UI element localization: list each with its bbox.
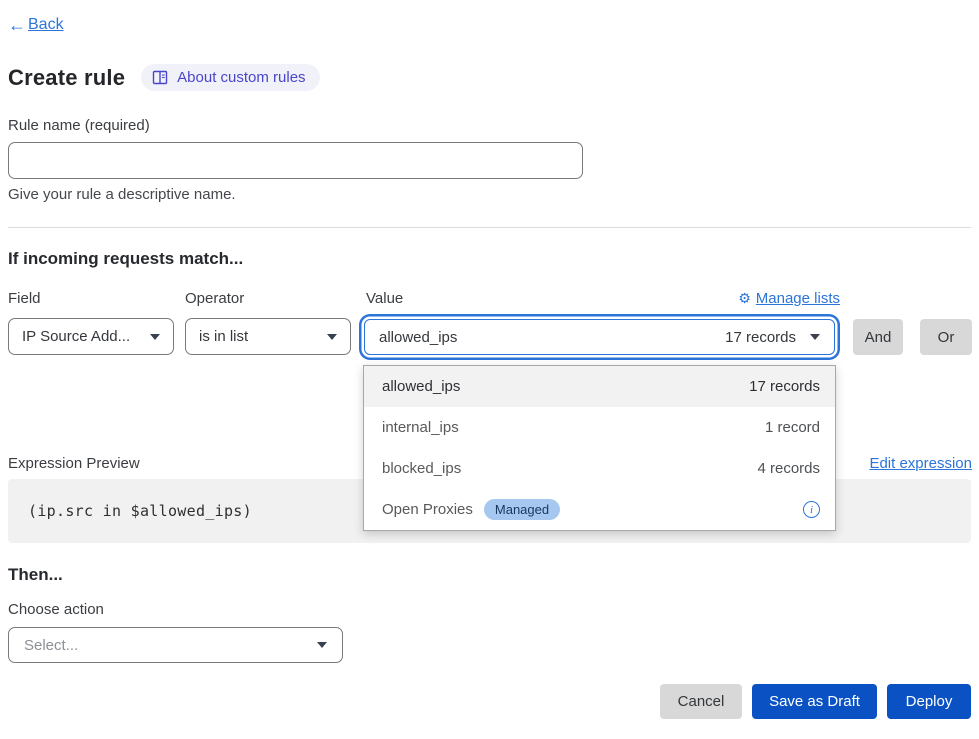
save-as-draft-button[interactable]: Save as Draft	[752, 684, 877, 719]
section-divider	[8, 227, 971, 228]
operator-select[interactable]: is in list	[185, 318, 351, 355]
chevron-down-icon	[317, 642, 327, 648]
expression-preview-label: Expression Preview	[8, 455, 140, 472]
about-custom-rules-link[interactable]: About custom rules	[141, 64, 319, 91]
back-link-label[interactable]: Back	[28, 16, 64, 34]
or-button[interactable]: Or	[920, 319, 972, 355]
list-dropdown-menu: allowed_ips 17 records internal_ips 1 re…	[363, 365, 836, 531]
operator-select-value: is in list	[199, 328, 248, 345]
back-arrow-icon: ←	[8, 16, 26, 34]
list-option-records: 1 record	[765, 419, 820, 436]
then-section-heading: Then...	[8, 565, 63, 585]
operator-column-label: Operator	[185, 290, 244, 307]
field-select-value: IP Source Add...	[22, 328, 130, 345]
cancel-button[interactable]: Cancel	[660, 684, 742, 719]
list-option-name: Open Proxies	[382, 501, 473, 518]
info-icon[interactable]: i	[803, 501, 820, 518]
value-select[interactable]: allowed_ips 17 records	[364, 319, 835, 355]
match-section-heading: If incoming requests match...	[8, 249, 243, 269]
field-column-label: Field	[8, 290, 41, 307]
action-select[interactable]: Select...	[8, 627, 343, 663]
expression-code: (ip.src in $allowed_ips)	[28, 502, 252, 520]
rule-name-helper: Give your rule a descriptive name.	[8, 186, 236, 203]
list-option-blocked-ips[interactable]: blocked_ips 4 records	[364, 448, 835, 489]
value-select-meta: 17 records	[725, 329, 796, 346]
about-custom-rules-label: About custom rules	[177, 69, 305, 86]
back-link[interactable]: ←Back	[8, 16, 64, 34]
value-column-label: Value	[366, 290, 403, 307]
list-option-name: blocked_ips	[382, 460, 461, 477]
rule-name-label: Rule name (required)	[8, 117, 150, 134]
deploy-button[interactable]: Deploy	[887, 684, 971, 719]
action-select-placeholder: Select...	[24, 637, 78, 654]
manage-lists-label[interactable]: Manage lists	[756, 290, 840, 307]
chevron-down-icon	[327, 334, 337, 340]
manage-lists-link[interactable]: ⚙ Manage lists	[738, 290, 840, 307]
managed-badge: Managed	[484, 499, 560, 521]
page-title: Create rule	[8, 65, 125, 91]
choose-action-label: Choose action	[8, 601, 104, 618]
field-select[interactable]: IP Source Add...	[8, 318, 174, 355]
and-button[interactable]: And	[853, 319, 903, 355]
list-option-records: 4 records	[757, 460, 820, 477]
list-option-open-proxies[interactable]: Open Proxies Managed i	[364, 489, 835, 530]
list-option-allowed-ips[interactable]: allowed_ips 17 records	[364, 366, 835, 407]
list-option-records: 17 records	[749, 378, 820, 395]
list-option-name: internal_ips	[382, 419, 459, 436]
value-select-value: allowed_ips	[379, 329, 457, 346]
edit-expression-link[interactable]: Edit expression	[869, 455, 972, 472]
list-option-internal-ips[interactable]: internal_ips 1 record	[364, 407, 835, 448]
list-option-name: allowed_ips	[382, 378, 460, 395]
chevron-down-icon	[810, 334, 820, 340]
chevron-down-icon	[150, 334, 160, 340]
book-icon	[152, 70, 168, 85]
gear-icon: ⚙	[738, 290, 751, 307]
rule-name-input[interactable]	[8, 142, 583, 179]
